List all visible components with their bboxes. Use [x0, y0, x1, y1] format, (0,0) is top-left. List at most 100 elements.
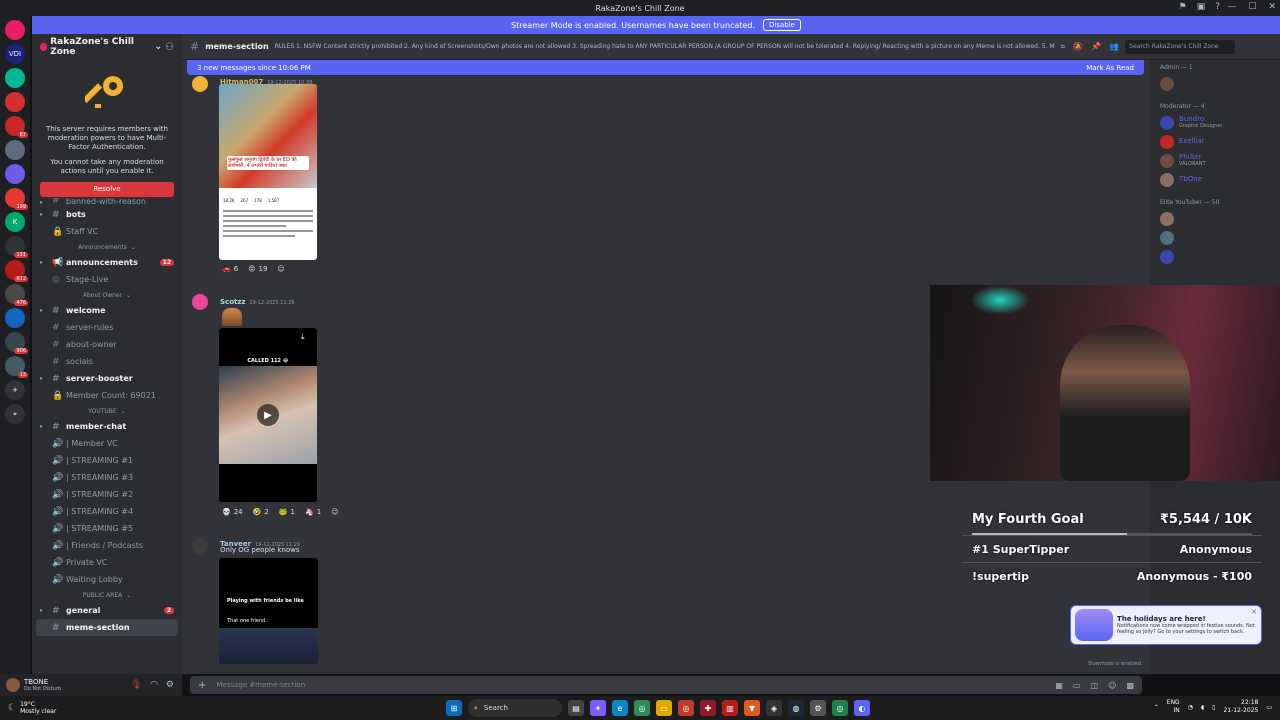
- reaction[interactable]: ☺: [331, 508, 341, 516]
- member-item[interactable]: [1150, 74, 1280, 93]
- avatar[interactable]: [192, 294, 208, 310]
- channel-item[interactable]: 🔊 Waiting Lobby: [32, 571, 182, 588]
- chrome-icon[interactable]: ◎: [634, 700, 650, 716]
- channel-item[interactable]: # server-rules: [32, 319, 182, 336]
- mic-muted-icon[interactable]: 🎙: [131, 680, 142, 690]
- channel-item[interactable]: # socials: [32, 353, 182, 370]
- download-icon[interactable]: ⤓: [301, 332, 305, 342]
- calendar-icon[interactable]: ▥: [722, 700, 738, 716]
- settings-icon[interactable]: ⚙: [810, 700, 826, 716]
- search-input[interactable]: Search RakaZone's Chill Zone: [1125, 39, 1236, 54]
- threads-icon[interactable]: ⌗: [1061, 42, 1066, 52]
- steam-icon[interactable]: ◍: [788, 700, 804, 716]
- member-item[interactable]: TbOne: [1150, 170, 1280, 189]
- new-messages-bar[interactable]: 3 new messages since 10:06 PM Mark As Re…: [187, 60, 1144, 75]
- channel-category[interactable]: PUBLIC AREA ⌄: [32, 588, 182, 602]
- server-icon[interactable]: 131: [5, 236, 28, 258]
- channel-item[interactable]: ▸ 📢 announcements 12: [32, 254, 182, 271]
- message-input[interactable]: Message #meme-section: [216, 681, 305, 689]
- channel-category[interactable]: YOUTUBE ⌄: [32, 404, 182, 418]
- reaction[interactable]: 😡 19: [248, 265, 267, 273]
- server-icon[interactable]: [5, 140, 25, 160]
- volume-icon[interactable]: ◖: [1201, 704, 1204, 711]
- member-item[interactable]: [1150, 247, 1280, 266]
- message-image[interactable]: फुसफुस अनुराग द्विवेदी के घर ED की छापेम…: [219, 84, 317, 260]
- member-item[interactable]: Bundro Graphic Designer: [1150, 113, 1280, 132]
- server-icon[interactable]: 612: [5, 260, 28, 282]
- sticker-icon[interactable]: ◫: [1091, 681, 1099, 690]
- gear-icon[interactable]: ⚙: [166, 680, 174, 690]
- channel-item[interactable]: 🔊 | Member VC: [32, 435, 182, 452]
- notification-bell-icon[interactable]: 🔕: [1073, 42, 1083, 52]
- avatar[interactable]: [6, 678, 20, 692]
- add-member-icon[interactable]: ⚇: [165, 42, 174, 53]
- server-header[interactable]: RakaZone's Chill Zone ⌄ ⚇: [32, 34, 182, 60]
- notification-icon[interactable]: ▭: [1266, 704, 1272, 711]
- server-icon[interactable]: 476: [5, 284, 28, 306]
- play-icon[interactable]: ▶: [257, 404, 279, 426]
- channel-item[interactable]: 🔊 | STREAMING #2: [32, 486, 182, 503]
- server-icon[interactable]: [5, 92, 25, 112]
- gif-icon[interactable]: ▭: [1073, 681, 1081, 690]
- disable-streamer-mode-button[interactable]: Disable: [763, 19, 801, 31]
- channel-item[interactable]: 🔊 | Friends / Podcasts: [32, 537, 182, 554]
- channel-item[interactable]: 🔊 | STREAMING #5: [32, 520, 182, 537]
- taskbar-search[interactable]: ⌕ Search: [468, 699, 562, 717]
- app-icon[interactable]: ✚: [700, 700, 716, 716]
- channel-item[interactable]: 🔊 | STREAMING #1: [32, 452, 182, 469]
- server-icon[interactable]: [5, 164, 25, 184]
- widgets-icon[interactable]: ▤: [568, 700, 584, 716]
- channel-item[interactable]: ◎ Stage-Live: [32, 271, 182, 288]
- emoji-icon[interactable]: ☺: [1108, 681, 1116, 690]
- windows-start-icon[interactable]: ⊞: [446, 700, 462, 716]
- media-icon[interactable]: ◈: [766, 700, 782, 716]
- channel-item[interactable]: ▸ # welcome: [32, 302, 182, 319]
- channel-item[interactable]: 🔊 Private VC: [32, 554, 182, 571]
- reaction[interactable]: 🚗 6: [222, 265, 238, 273]
- close-icon[interactable]: ✕: [1268, 2, 1276, 12]
- apps-icon[interactable]: ▩: [1126, 681, 1134, 690]
- member-item[interactable]: PhiXer VALORANT: [1150, 151, 1280, 170]
- user-info[interactable]: TBONE Do Not Disturb: [24, 678, 61, 692]
- channel-item[interactable]: ▸ # bots: [32, 206, 182, 223]
- channel-item[interactable]: # about-owner: [32, 336, 182, 353]
- channel-item[interactable]: ▸ # banned-with-reason: [32, 198, 182, 206]
- gift-icon[interactable]: ▦: [1055, 681, 1063, 690]
- help-icon[interactable]: ?: [1215, 2, 1220, 12]
- server-icon[interactable]: [5, 68, 25, 88]
- headphones-icon[interactable]: ◠: [150, 680, 158, 690]
- server-icon[interactable]: [5, 308, 25, 328]
- reaction[interactable]: 🤣 2: [253, 508, 269, 516]
- resolve-button[interactable]: Resolve: [40, 182, 174, 197]
- mark-as-read-button[interactable]: Mark As Read: [1086, 64, 1134, 72]
- reaction[interactable]: 💀 24: [222, 508, 243, 516]
- server-icon[interactable]: 906: [5, 332, 28, 354]
- channel-item[interactable]: ▸ # member-chat: [32, 418, 182, 435]
- member-list-icon[interactable]: 👥: [1109, 42, 1119, 52]
- chrome-profile-icon[interactable]: ◎: [678, 700, 694, 716]
- reaction[interactable]: ☺: [277, 265, 287, 273]
- video-attachment[interactable]: Playing with friends be like That one fr…: [219, 558, 318, 664]
- channel-topic[interactable]: RULES 1. NSFW Content strictly prohibite…: [275, 43, 1055, 50]
- minimize-icon[interactable]: —: [1227, 2, 1236, 12]
- weather-widget[interactable]: ☾ 19°C Mostly clear: [0, 701, 200, 715]
- screen-share-icon[interactable]: ▣: [1197, 2, 1206, 12]
- channel-item[interactable]: ▸ # general 2: [32, 602, 182, 619]
- server-icon[interactable]: 87: [5, 116, 28, 138]
- server-icon[interactable]: +: [5, 380, 25, 400]
- channel-item[interactable]: 🔊 | STREAMING #3: [32, 469, 182, 486]
- discord-icon[interactable]: ◐: [854, 700, 870, 716]
- avatar[interactable]: [192, 538, 208, 554]
- member-item[interactable]: [1150, 228, 1280, 247]
- server-icon[interactable]: [5, 20, 25, 40]
- add-attachment-icon[interactable]: +: [198, 680, 206, 691]
- channel-item[interactable]: ▸ # server-booster: [32, 370, 182, 387]
- inbox-icon[interactable]: ⚑: [1179, 2, 1187, 12]
- close-icon[interactable]: ✕: [1251, 608, 1257, 616]
- channel-item[interactable]: 🔒 Staff VC: [32, 223, 182, 240]
- channel-item[interactable]: 🔒 Member Count: 69021: [32, 387, 182, 404]
- message-composer[interactable]: + Message #meme-section ▦ ▭ ◫ ☺ ▩: [190, 676, 1142, 694]
- reaction[interactable]: 🦄 1: [305, 508, 321, 516]
- wifi-icon[interactable]: ◔: [1188, 704, 1193, 711]
- avatar[interactable]: [192, 76, 208, 92]
